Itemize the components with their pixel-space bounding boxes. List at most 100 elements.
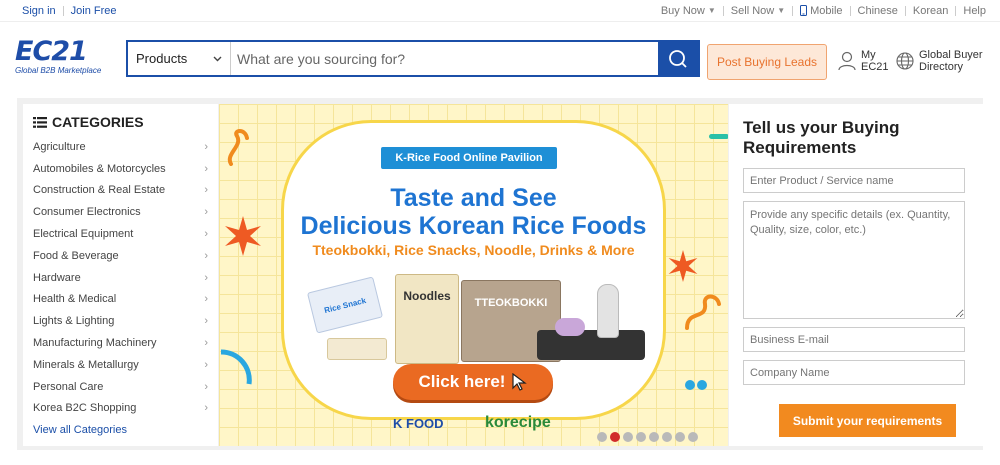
korean-link[interactable]: Korean — [913, 5, 948, 17]
sell-now-menu[interactable]: Sell Now ▼ — [731, 5, 785, 17]
sell-now-label: Sell Now — [730, 4, 775, 17]
rice-cake-balls — [555, 318, 585, 336]
categories-title-text: CATEGORIES — [52, 114, 144, 130]
serving-tray — [537, 330, 645, 360]
category-label: Electrical Equipment — [33, 228, 134, 241]
chevron-down-icon: ▼ — [707, 6, 716, 15]
carousel-dot[interactable] — [649, 432, 659, 442]
business-email-field[interactable] — [743, 327, 965, 352]
click-here-label: Click here! — [418, 372, 506, 391]
noodles-box: Noodles — [395, 274, 459, 364]
carousel-dots — [597, 432, 698, 442]
category-label: Construction & Real Estate — [33, 184, 166, 197]
search-button[interactable] — [658, 42, 698, 75]
category-label: Lights & Lighting — [33, 315, 115, 328]
list-icon — [33, 116, 47, 128]
mobile-link[interactable]: Mobile — [800, 4, 843, 17]
category-item[interactable]: Electrical Equipment › — [33, 223, 208, 245]
category-item[interactable]: Automobiles & Motorcycles › — [33, 158, 208, 180]
category-item[interactable]: Agriculture › — [33, 136, 208, 158]
decorative-squiggle — [685, 294, 721, 330]
category-list: Agriculture › Automobiles & Motorcycles › … — [33, 136, 208, 419]
ec21-logo[interactable]: EC21 Global B2B Marketplace — [15, 38, 115, 75]
category-item[interactable]: Personal Care › — [33, 376, 208, 398]
logo-tagline: Global B2B Marketplace — [15, 66, 102, 75]
details-field[interactable] — [743, 201, 965, 319]
mobile-label: Mobile — [810, 4, 843, 17]
banner-headline-1: Taste and See — [390, 184, 557, 212]
kfood-logo: K FOOD — [393, 416, 444, 431]
search-category-label: Products — [136, 51, 188, 66]
search-category-select[interactable]: Products — [128, 42, 231, 75]
category-label: Minerals & Metallurgy — [33, 358, 139, 371]
chevron-right-icon: › — [204, 184, 208, 197]
category-label: Personal Care — [33, 380, 104, 393]
divider — [792, 5, 794, 16]
category-item[interactable]: Minerals & Metallurgy › — [33, 354, 208, 376]
buy-now-menu[interactable]: Buy Now ▼ — [661, 5, 716, 17]
main-panel: CATEGORIES Agriculture › Automobiles & Mo… — [17, 98, 983, 450]
carousel-dot[interactable] — [636, 432, 646, 442]
category-label: Food & Beverage — [33, 249, 119, 262]
divider — [849, 5, 851, 16]
category-label: Manufacturing Machinery — [33, 337, 157, 350]
chevron-right-icon: › — [204, 358, 208, 371]
user-icon — [838, 51, 856, 71]
carousel-dot[interactable] — [623, 432, 633, 442]
join-free-link[interactable]: Join Free — [71, 5, 117, 17]
decorative-dot — [697, 380, 707, 390]
rfq-title: Tell us your Buying Requirements — [743, 118, 900, 157]
category-item[interactable]: Food & Beverage › — [33, 245, 208, 267]
promo-banner[interactable]: K-Rice Food Online Pavilion Taste and Se… — [219, 104, 728, 446]
category-item[interactable]: Manufacturing Machinery › — [33, 332, 208, 354]
global-buyer-directory-link[interactable]: Global Buyer Directory — [896, 49, 983, 73]
buying-requirements-form: Tell us your Buying Requirements Submit … — [729, 104, 983, 446]
search-icon — [669, 49, 687, 68]
carousel-dot[interactable] — [675, 432, 685, 442]
click-here-button[interactable]: Click here! — [393, 364, 553, 400]
sign-in-link[interactable]: Sign in — [22, 5, 56, 17]
product-name-field[interactable] — [743, 168, 965, 193]
header: EC21 Global B2B Marketplace Products Pos… — [0, 22, 1000, 98]
korecipe-logo: korecipe — [485, 414, 551, 431]
decorative-dot — [685, 380, 695, 390]
view-all-categories-link[interactable]: View all Categories — [33, 424, 208, 436]
category-item[interactable]: Construction & Real Estate › — [33, 180, 208, 202]
directory-label: Global Buyer Directory — [919, 49, 983, 73]
search-input[interactable] — [231, 42, 658, 75]
category-label: Korea B2C Shopping — [33, 402, 137, 415]
chevron-down-icon: ▼ — [777, 6, 786, 15]
post-buying-leads-button[interactable]: Post Buying Leads — [707, 44, 827, 80]
category-item[interactable]: Korea B2C Shopping › — [33, 398, 208, 420]
chevron-right-icon: › — [204, 293, 208, 306]
categories-title: CATEGORIES — [33, 114, 208, 130]
help-link[interactable]: Help — [963, 5, 986, 17]
decorative-arc — [220, 349, 252, 385]
carousel-dot[interactable] — [662, 432, 672, 442]
categories-menu: CATEGORIES Agriculture › Automobiles & Mo… — [23, 104, 218, 446]
my-ec21-label: My EC21 — [861, 49, 889, 73]
my-ec21-link[interactable]: My EC21 — [838, 49, 889, 73]
category-item[interactable]: Consumer Electronics › — [33, 201, 208, 223]
globe-icon — [896, 52, 914, 70]
carousel-dot[interactable] — [688, 432, 698, 442]
rice-cake-tray — [327, 338, 387, 360]
category-item[interactable]: Lights & Lighting › — [33, 310, 208, 332]
submit-requirements-button[interactable]: Submit your requirements — [779, 404, 956, 437]
category-label: Automobiles & Motorcycles — [33, 162, 166, 175]
banner-pill: K-Rice Food Online Pavilion — [381, 147, 557, 169]
directory-label-line1: Global Buyer — [919, 49, 983, 61]
category-item[interactable]: Hardware › — [33, 267, 208, 289]
chevron-right-icon: › — [204, 380, 208, 393]
my-ec21-label-line1: My — [861, 49, 876, 61]
divider — [955, 5, 957, 16]
carousel-dot[interactable] — [597, 432, 607, 442]
chinese-link[interactable]: Chinese — [858, 5, 898, 17]
decorative-squiggle — [227, 129, 249, 166]
category-label: Health & Medical — [33, 293, 117, 306]
divider — [904, 5, 906, 16]
utility-links: Buy Now ▼ Sell Now ▼ Mobile Chinese Korean… — [661, 5, 1000, 17]
category-item[interactable]: Health & Medical › — [33, 289, 208, 311]
carousel-dot-active[interactable] — [610, 432, 620, 442]
company-name-field[interactable] — [743, 360, 965, 385]
